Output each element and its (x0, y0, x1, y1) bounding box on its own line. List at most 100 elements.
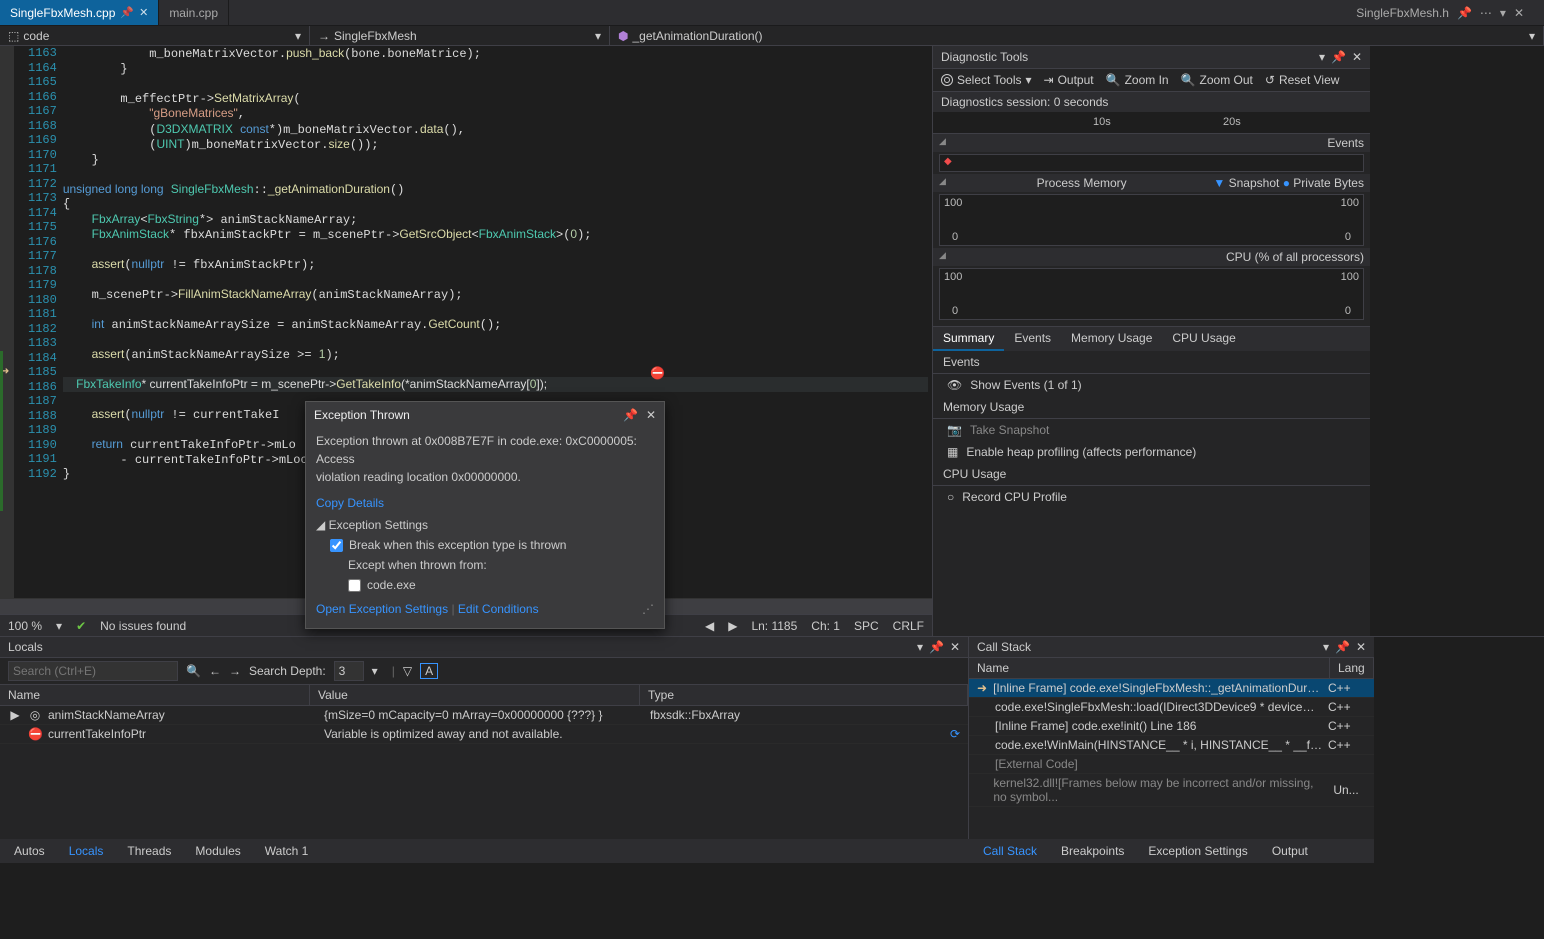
pin-icon[interactable]: 📌 (1331, 50, 1346, 64)
procmem-header[interactable]: Process Memory ▼ Snapshot ● Private Byte… (933, 174, 1370, 192)
search-icon[interactable]: 🔍 (186, 664, 201, 678)
chevron-down-icon[interactable]: ▾ (595, 29, 601, 43)
dock-icon[interactable]: ▾ (1323, 640, 1329, 654)
close-icon[interactable]: ✕ (646, 408, 656, 422)
pin-icon[interactable]: 📌 (1457, 6, 1472, 20)
callstack-row[interactable]: ➜[Inline Frame] code.exe!SingleFbxMesh::… (969, 679, 1374, 698)
bottab-modules[interactable]: Modules (189, 841, 246, 861)
callstack-row[interactable]: code.exe!SingleFbxMesh::load(IDirect3DDe… (969, 698, 1374, 717)
chevron-down-icon[interactable]: ▾ (295, 29, 301, 43)
show-events-row[interactable]: 👁Show Events (1 of 1) (933, 374, 1370, 396)
bottab-output[interactable]: Output (1266, 841, 1314, 861)
close-icon[interactable]: ✕ (139, 6, 148, 19)
dock-icon[interactable]: ▾ (917, 640, 923, 654)
depth-input[interactable] (334, 661, 364, 681)
resize-grip-icon[interactable]: ⋰ (642, 600, 654, 618)
close-icon[interactable]: ✕ (1352, 50, 1362, 64)
output-button[interactable]: ⇥ Output (1044, 73, 1094, 87)
depth-dropdown-icon[interactable]: ▾ (372, 664, 378, 678)
tab-singlefbxmesh-cpp[interactable]: SingleFbxMesh.cpp 📌 ✕ (0, 0, 159, 25)
break-checkbox-row[interactable]: Break when this exception type is thrown (330, 536, 654, 554)
ins-indicator[interactable]: SPC (854, 619, 879, 633)
filter-icon[interactable]: ▽ (403, 664, 412, 678)
col-name[interactable]: Name (969, 658, 1330, 678)
dropdown-icon[interactable]: ▾ (1500, 6, 1506, 20)
tab-main-cpp[interactable]: main.cpp (159, 0, 229, 25)
callstack-row[interactable]: kernel32.dll![Frames below may be incorr… (969, 774, 1374, 807)
split-icon[interactable]: ⋯ (1480, 6, 1492, 20)
nav-scope[interactable]: ⬚ code ▾ (0, 26, 310, 45)
events-header[interactable]: Events (933, 134, 1370, 152)
codeexe-checkbox-row[interactable]: code.exe (348, 576, 654, 594)
pin-icon[interactable]: 📌 (1335, 640, 1350, 654)
exception-indicator-icon[interactable]: ⛔ (650, 366, 665, 380)
edit-conditions-link[interactable]: Edit Conditions (458, 602, 539, 616)
nav-class[interactable]: → SingleFbxMesh ▾ (310, 26, 610, 45)
cpu-chart[interactable]: 100 100 0 0 (939, 268, 1364, 320)
diag-tab-summary[interactable]: Summary (933, 327, 1004, 351)
tab-right-file[interactable]: SingleFbxMesh.h (1356, 6, 1449, 20)
bottab-watch1[interactable]: Watch 1 (259, 841, 315, 861)
pin-icon[interactable]: 📌 (929, 640, 944, 654)
time-ruler[interactable]: 10s 20s (933, 112, 1370, 134)
locals-row[interactable]: ▶◎animStackNameArray{mSize=0 mCapacity=0… (0, 706, 968, 725)
nav-function[interactable]: ⬢ _getAnimationDuration() ▾ (610, 26, 1544, 45)
open-exception-settings-link[interactable]: Open Exception Settings (316, 602, 448, 616)
close-icon[interactable]: ✕ (950, 640, 960, 654)
bottab-threads[interactable]: Threads (121, 841, 177, 861)
bottab-autos[interactable]: Autos (8, 841, 51, 861)
callstack-row[interactable]: [External Code] (969, 755, 1374, 774)
callstack-row[interactable]: code.exe!WinMain(HINSTANCE__ * i, HINSTA… (969, 736, 1374, 755)
callstack-body[interactable]: ➜[Inline Frame] code.exe!SingleFbxMesh::… (969, 679, 1374, 839)
copy-details-link[interactable]: Copy Details (316, 496, 384, 510)
bottab-callstack[interactable]: Call Stack (977, 841, 1043, 861)
zoom-level[interactable]: 100 % (8, 619, 42, 633)
breakpoint-margin[interactable]: ➜ (0, 46, 14, 598)
pin-icon[interactable]: 📌 (120, 6, 134, 19)
bottab-excsettings[interactable]: Exception Settings (1142, 841, 1253, 861)
prev-icon[interactable]: ← (209, 664, 221, 678)
bottab-locals[interactable]: Locals (63, 841, 110, 861)
pin-icon[interactable]: 📌 (623, 408, 638, 422)
bottab-breakpoints[interactable]: Breakpoints (1055, 841, 1130, 861)
diag-tab-memory[interactable]: Memory Usage (1061, 327, 1162, 351)
close-icon[interactable]: ✕ (1356, 640, 1366, 654)
record-cpu-row[interactable]: ○Record CPU Profile (933, 486, 1370, 508)
eol-indicator[interactable]: CRLF (893, 619, 924, 633)
zoom-in-button[interactable]: 🔍 Zoom In (1106, 73, 1169, 87)
events-track[interactable]: ◆ (939, 154, 1364, 172)
col-lang[interactable]: Lang (1330, 658, 1374, 678)
callstack-row[interactable]: [Inline Frame] code.exe!init() Line 186C… (969, 717, 1374, 736)
dock-icon[interactable]: ▾ (1319, 50, 1325, 64)
collapse-icon[interactable]: ◢ (316, 518, 325, 532)
enable-heap-row[interactable]: ▦Enable heap profiling (affects performa… (933, 441, 1370, 463)
close-icon[interactable]: ✕ (1514, 6, 1524, 20)
cpu-header[interactable]: CPU (% of all processors) (933, 248, 1370, 266)
locals-search-input[interactable] (8, 661, 178, 681)
ln-indicator[interactable]: Ln: 1185 (751, 619, 797, 633)
nav-next-icon[interactable]: ▶ (728, 619, 737, 633)
diag-tab-cpu[interactable]: CPU Usage (1162, 327, 1245, 351)
col-type[interactable]: Type (640, 685, 968, 705)
ch-indicator[interactable]: Ch: 1 (811, 619, 840, 633)
zoom-dropdown-icon[interactable]: ▾ (56, 619, 62, 633)
highlight-toggle[interactable]: A (420, 663, 438, 679)
nav-prev-icon[interactable]: ◀ (705, 619, 714, 633)
code-editor[interactable]: ➜ 1163 1164 1165 1166 1167 1168 1169 117… (0, 46, 932, 636)
locals-row[interactable]: ⛔currentTakeInfoPtrVariable is optimized… (0, 725, 968, 744)
locals-body[interactable]: ▶◎animStackNameArray{mSize=0 mCapacity=0… (0, 706, 968, 839)
event-marker-icon[interactable]: ◆ (944, 156, 952, 167)
memory-chart[interactable]: 100 100 0 0 (939, 194, 1364, 246)
refresh-icon[interactable]: ⟳ (950, 727, 960, 741)
col-value[interactable]: Value (310, 685, 640, 705)
chevron-down-icon[interactable]: ▾ (1529, 29, 1535, 43)
codeexe-checkbox[interactable] (348, 579, 361, 592)
select-tools-button[interactable]: Select Tools ▾ (941, 73, 1032, 87)
next-icon[interactable]: → (229, 664, 241, 678)
break-checkbox[interactable] (330, 539, 343, 552)
issues-label[interactable]: No issues found (100, 619, 186, 633)
diag-tab-events[interactable]: Events (1004, 327, 1061, 351)
expand-icon[interactable]: ▶ (8, 708, 22, 722)
zoom-out-button[interactable]: 🔍 Zoom Out (1181, 73, 1253, 87)
col-name[interactable]: Name (0, 685, 310, 705)
